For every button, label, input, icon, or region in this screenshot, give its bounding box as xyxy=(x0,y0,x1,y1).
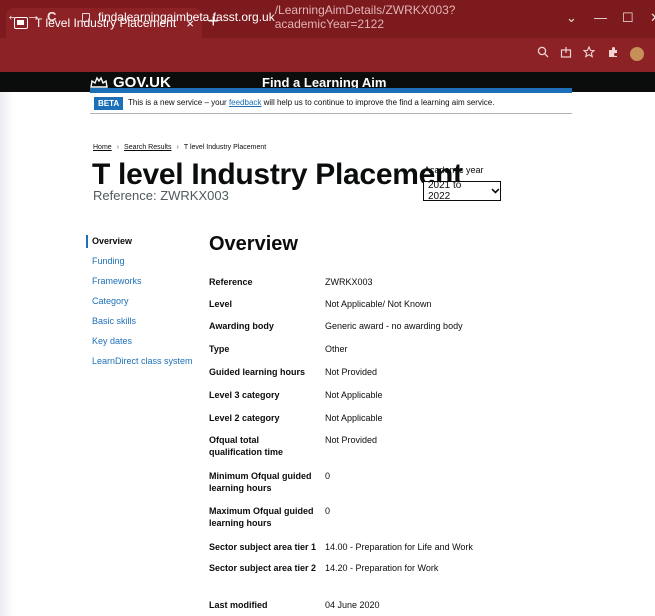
beta-text-before: This is a new service – your xyxy=(128,98,229,107)
back-arrow-icon[interactable]: ← xyxy=(6,7,21,24)
summary-key: Level 2 category xyxy=(209,413,280,423)
page-title: T level Industry Placement xyxy=(92,158,463,191)
breadcrumb-home-link[interactable]: Home xyxy=(93,144,112,151)
breadcrumb: Home › Search Results › T level Industry… xyxy=(93,144,266,151)
beta-tag: BETA xyxy=(94,97,124,110)
summary-key: Ofqual total qualification time xyxy=(209,435,284,457)
chevron-right-icon: › xyxy=(176,144,179,151)
summary-value: Not Provided xyxy=(325,435,378,445)
divider xyxy=(90,113,572,114)
sidenav-item-basic-skills[interactable]: Basic skills xyxy=(92,316,136,326)
breadcrumb-current: T level Industry Placement xyxy=(183,144,267,151)
summary-value: Not Applicable xyxy=(325,413,383,423)
summary-value: 04 June 2020 xyxy=(325,600,380,610)
summary-value: ZWRKX003 xyxy=(325,277,373,287)
reference-caption: Reference: ZWRKX003 xyxy=(93,188,229,203)
summary-value: Not Applicable/ Not Known xyxy=(325,299,432,309)
breadcrumb-search-results-link[interactable]: Search Results xyxy=(124,144,171,151)
bookmark-star-icon[interactable] xyxy=(583,46,595,58)
maximize-icon[interactable]: ☐ xyxy=(622,10,634,26)
extensions-icon[interactable] xyxy=(607,46,619,58)
share-icon[interactable] xyxy=(560,46,572,58)
summary-key: Level 3 category xyxy=(209,390,280,400)
summary-key: Guided learning hours xyxy=(209,367,306,377)
academic-year-label: Academic year xyxy=(424,165,484,175)
summary-value: Generic award - no awarding body xyxy=(325,321,463,331)
minimize-icon[interactable]: — xyxy=(594,10,607,25)
summary-key: Type xyxy=(209,344,230,354)
lock-icon xyxy=(82,12,90,22)
sidenav-item-category[interactable]: Category xyxy=(92,296,129,306)
url-path: /LearningAimDetails/ZWRKX003?academicYea… xyxy=(274,3,456,31)
summary-value: Not Provided xyxy=(325,367,378,377)
url-host: findalearningaimbeta.fasst.org.uk xyxy=(97,10,275,24)
sidenav-item-learndirect[interactable]: LearnDirect class system xyxy=(92,356,193,366)
header-accent-bar xyxy=(90,88,572,93)
summary-value: 14.20 - Preparation for Work xyxy=(325,563,439,573)
academic-year-value: 2021 to 2022 xyxy=(428,180,462,202)
close-window-icon[interactable]: ✕ xyxy=(650,10,655,26)
address-bar-row xyxy=(0,38,655,72)
zoom-icon[interactable] xyxy=(537,46,549,58)
forward-arrow-icon[interactable]: → xyxy=(26,7,41,24)
summary-key: Maximum Ofqual guided learning hours xyxy=(209,506,314,528)
sidenav-item-overview[interactable]: Overview xyxy=(92,236,132,246)
beta-banner-text: This is a new service – your feedback wi… xyxy=(128,98,494,107)
chevron-right-icon: › xyxy=(116,144,120,151)
summary-value: Other xyxy=(325,344,348,354)
summary-value: Not Applicable xyxy=(325,390,383,400)
profile-avatar[interactable] xyxy=(628,45,646,63)
summary-key: Last modified xyxy=(209,600,268,610)
beta-text-after: will help us to continue to improve the … xyxy=(261,98,495,107)
academic-year-select[interactable]: 2021 to 2022 xyxy=(423,180,501,202)
summary-key: Reference xyxy=(209,277,253,287)
page-edge-shadow xyxy=(0,72,14,616)
sidenav-item-funding[interactable]: Funding xyxy=(92,256,125,266)
summary-key: Minimum Ofqual guided learning hours xyxy=(209,471,312,493)
summary-key: Level xyxy=(209,299,233,309)
chevron-down-icon xyxy=(491,188,500,194)
section-heading: Overview xyxy=(209,233,298,255)
tab-list-icon[interactable]: ⌄ xyxy=(566,10,577,26)
sidenav-item-frameworks[interactable]: Frameworks xyxy=(92,276,142,286)
summary-key: Sector subject area tier 1 xyxy=(209,542,317,552)
url-field[interactable]: findalearningaimbeta.fasst.org.uk/Learni… xyxy=(82,3,562,31)
summary-value: 0 xyxy=(325,506,331,516)
reload-icon[interactable]: C xyxy=(47,9,56,24)
summary-value: 14.00 - Preparation for Life and Work xyxy=(325,542,473,552)
feedback-link[interactable]: feedback xyxy=(229,98,261,107)
summary-value: 0 xyxy=(325,471,331,481)
summary-key: Awarding body xyxy=(209,321,274,331)
active-nav-indicator xyxy=(86,235,88,248)
summary-key: Sector subject area tier 2 xyxy=(209,563,317,573)
sidenav-item-key-dates[interactable]: Key dates xyxy=(92,336,132,346)
